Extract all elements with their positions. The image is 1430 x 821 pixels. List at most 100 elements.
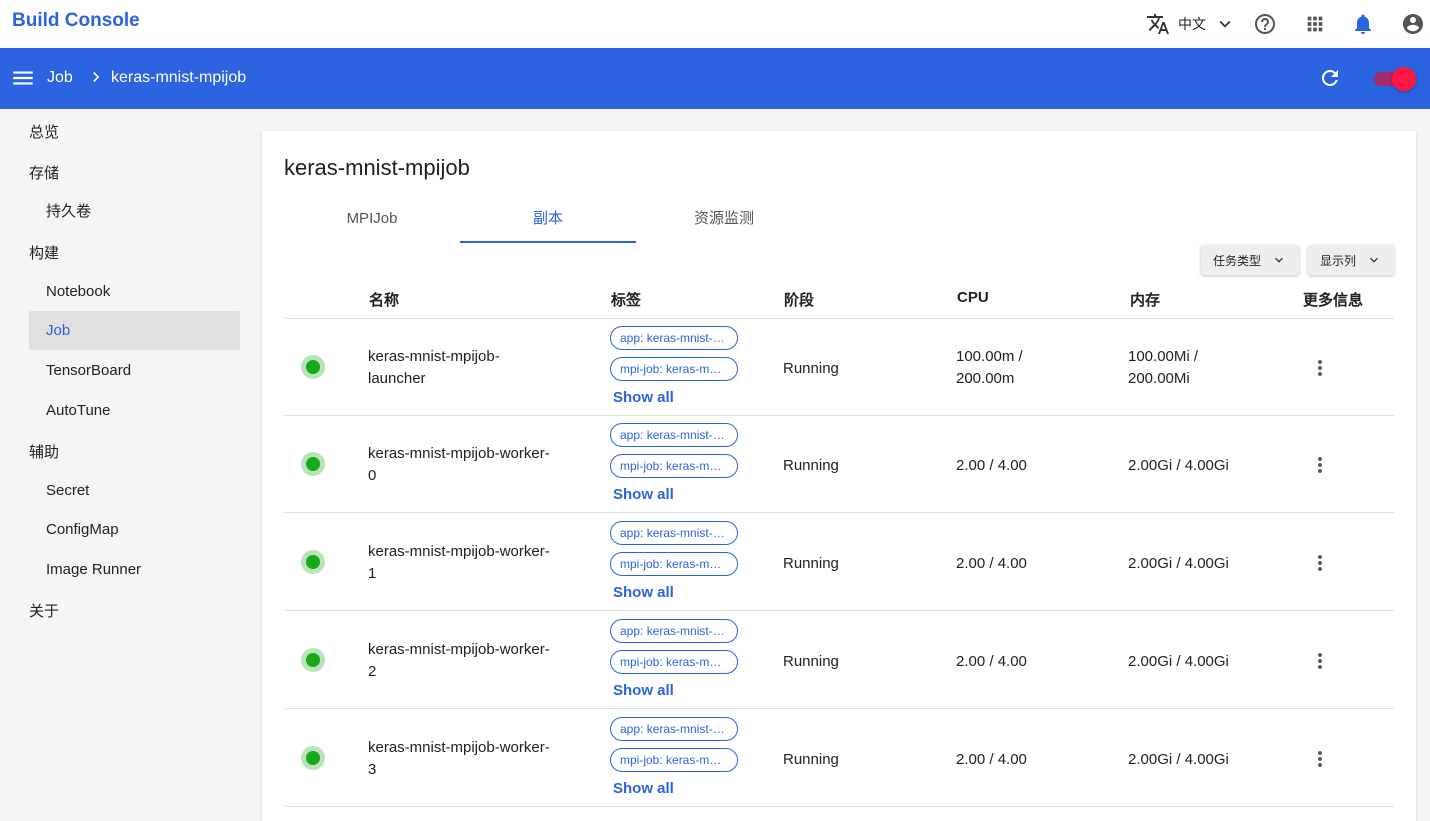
replica-name[interactable]: keras-mnist-mpijob-worker- 2 bbox=[368, 639, 550, 683]
replica-name-line2: 2 bbox=[368, 663, 377, 680]
show-all-labels-link[interactable]: Show all bbox=[613, 780, 674, 797]
label-chip-app[interactable]: app: keras-mnist-mpijob bbox=[610, 423, 738, 447]
memory-value: 2.00Gi / 4.00Gi bbox=[1128, 749, 1229, 771]
app-bar: Job keras-mnist-mpijob bbox=[0, 48, 1430, 109]
more-vert-icon[interactable] bbox=[1308, 747, 1332, 771]
header-memory[interactable]: 内存 bbox=[1130, 289, 1160, 310]
label-chip-mpi-job[interactable]: mpi-job: keras-mnist-mpijob bbox=[610, 650, 738, 674]
columns-dropdown[interactable]: 显示列 bbox=[1308, 245, 1394, 275]
toggle-knob[interactable] bbox=[1392, 67, 1416, 91]
memory-value-line1: 2.00Gi / 4.00Gi bbox=[1128, 751, 1229, 768]
top-bar: Build Console 中文 bbox=[0, 0, 1430, 48]
more-vert-icon[interactable] bbox=[1308, 551, 1332, 575]
sidebar-item-autotune[interactable]: AutoTune bbox=[29, 391, 240, 430]
cpu-value-line1: 2.00 / 4.00 bbox=[956, 751, 1027, 768]
task-type-dropdown[interactable]: 任务类型 bbox=[1201, 245, 1299, 275]
replica-name-line1: keras-mnist-mpijob- bbox=[368, 348, 500, 365]
phase-value: Running bbox=[783, 751, 839, 768]
more-vert-icon[interactable] bbox=[1308, 356, 1332, 380]
memory-value-line1: 2.00Gi / 4.00Gi bbox=[1128, 653, 1229, 670]
auto-refresh-toggle[interactable] bbox=[1374, 67, 1416, 91]
sidebar-item-secret[interactable]: Secret bbox=[29, 471, 240, 510]
account-icon[interactable] bbox=[1399, 10, 1427, 38]
task-type-label: 任务类型 bbox=[1213, 253, 1262, 268]
chevron-down-icon[interactable] bbox=[1211, 10, 1239, 38]
replica-name[interactable]: keras-mnist-mpijob-worker- 3 bbox=[368, 737, 550, 781]
status-running-icon bbox=[301, 355, 325, 379]
app-title[interactable]: Build Console bbox=[12, 10, 140, 32]
label-chip-app[interactable]: app: keras-mnist-mpijob bbox=[610, 521, 738, 545]
status-running-icon bbox=[301, 550, 325, 574]
memory-value-line1: 2.00Gi / 4.00Gi bbox=[1128, 457, 1229, 474]
replica-name[interactable]: keras-mnist-mpijob-launcher bbox=[368, 346, 500, 390]
language-label[interactable]: 中文 bbox=[1178, 14, 1206, 34]
replica-name[interactable]: keras-mnist-mpijob-worker- 0 bbox=[368, 443, 550, 487]
cpu-value: 100.00m / 200.00m bbox=[956, 346, 1023, 390]
breadcrumb-root[interactable]: Job bbox=[47, 69, 73, 87]
status-running-icon bbox=[301, 648, 325, 672]
nav-group-storage: 存储 bbox=[29, 165, 60, 182]
chevron-down-icon bbox=[1370, 257, 1378, 263]
label-chip-mpi-job[interactable]: mpi-job: keras-mnist-mpijob bbox=[610, 454, 738, 478]
tab-replicas[interactable]: 副本 bbox=[460, 199, 636, 243]
memory-value: 2.00Gi / 4.00Gi bbox=[1128, 651, 1229, 673]
label-chip-mpi-job[interactable]: mpi-job: keras-mnist-mpijob bbox=[610, 748, 738, 772]
sidebar-item-tensorboard[interactable]: TensorBoard bbox=[29, 351, 240, 390]
row-divider bbox=[284, 512, 1394, 513]
sidebar-item-job[interactable]: Job bbox=[29, 311, 240, 350]
more-vert-icon[interactable] bbox=[1308, 649, 1332, 673]
cpu-value: 2.00 / 4.00 bbox=[956, 651, 1027, 673]
nav-group-auxiliary: 辅助 bbox=[29, 444, 60, 461]
sidebar-item-notebook[interactable]: Notebook bbox=[29, 272, 240, 311]
memory-value: 100.00Mi / 200.00Mi bbox=[1128, 346, 1198, 390]
show-all-labels-link[interactable]: Show all bbox=[613, 682, 674, 699]
sidebar-item-configmap[interactable]: ConfigMap bbox=[29, 510, 240, 549]
help-icon[interactable] bbox=[1251, 10, 1279, 38]
table-row: keras-mnist-mpijob-worker- 2 app: keras-mn… bbox=[284, 612, 1394, 710]
sidebar-item-image-runner[interactable]: Image Runner bbox=[29, 550, 240, 589]
show-all-labels-link[interactable]: Show all bbox=[613, 584, 674, 601]
nav-group-about[interactable]: 关于 bbox=[29, 600, 59, 621]
cpu-value: 2.00 / 4.00 bbox=[956, 749, 1027, 771]
label-chip-app[interactable]: app: keras-mnist-mpijob bbox=[610, 619, 738, 643]
header-labels: 标签 bbox=[611, 292, 642, 309]
chevron-right-icon bbox=[86, 67, 106, 92]
replica-name[interactable]: keras-mnist-mpijob-worker- 1 bbox=[368, 541, 550, 585]
sidebar: 总览 存储 持久卷 构建 Notebook Job TensorBoard Au… bbox=[0, 109, 250, 813]
apps-icon[interactable] bbox=[1301, 10, 1329, 38]
header-name[interactable]: 名称 bbox=[369, 289, 399, 310]
memory-value: 2.00Gi / 4.00Gi bbox=[1128, 455, 1229, 477]
tab-mpijob[interactable]: MPIJob bbox=[284, 199, 460, 243]
replica-name-line1: keras-mnist-mpijob-worker- bbox=[368, 543, 550, 560]
columns-label: 显示列 bbox=[1320, 253, 1357, 268]
show-all-labels-link[interactable]: Show all bbox=[613, 389, 674, 406]
header-cpu[interactable]: CPU bbox=[957, 289, 989, 306]
label-chip-mpi-job[interactable]: mpi-job: keras-mnist-mpijob bbox=[610, 552, 738, 576]
cpu-value-line1: 2.00 / 4.00 bbox=[956, 555, 1027, 572]
refresh-icon[interactable] bbox=[1318, 66, 1344, 92]
memory-value-line1: 100.00Mi / bbox=[1128, 348, 1199, 365]
bell-icon[interactable] bbox=[1349, 10, 1377, 38]
status-running-icon bbox=[301, 746, 325, 770]
label-chip-app[interactable]: app: keras-mnist-mpijob bbox=[610, 326, 738, 350]
chevron-down-icon bbox=[1275, 257, 1283, 263]
show-all-labels-link[interactable]: Show all bbox=[613, 486, 674, 503]
sidebar-item-persistent-volume[interactable]: 持久卷 bbox=[29, 192, 240, 231]
cpu-value-line1: 100.00m / bbox=[956, 348, 1023, 365]
label-chip-app[interactable]: app: keras-mnist-mpijob bbox=[610, 717, 738, 741]
header-phase[interactable]: 阶段 bbox=[784, 289, 814, 310]
memory-value-line1: 2.00Gi / 4.00Gi bbox=[1128, 555, 1229, 572]
replica-name-line2: 3 bbox=[368, 761, 377, 778]
translate-icon[interactable] bbox=[1144, 10, 1172, 38]
replica-name-line2: launcher bbox=[368, 370, 426, 387]
label-chip-mpi-job[interactable]: mpi-job: keras-mnist-mpijob bbox=[610, 357, 738, 381]
menu-icon[interactable] bbox=[10, 65, 36, 91]
nav-group-overview[interactable]: 总览 bbox=[29, 121, 59, 142]
cpu-value-line2: 200.00m bbox=[956, 370, 1015, 387]
tab-resource-monitor[interactable]: 资源监测 bbox=[636, 199, 812, 243]
replica-name-line2: 0 bbox=[368, 467, 377, 484]
table-row: keras-mnist-mpijob-worker- 1 app: keras-mn… bbox=[284, 514, 1394, 612]
phase-value: Running bbox=[783, 555, 839, 572]
row-divider bbox=[284, 610, 1394, 611]
more-vert-icon[interactable] bbox=[1308, 453, 1332, 477]
